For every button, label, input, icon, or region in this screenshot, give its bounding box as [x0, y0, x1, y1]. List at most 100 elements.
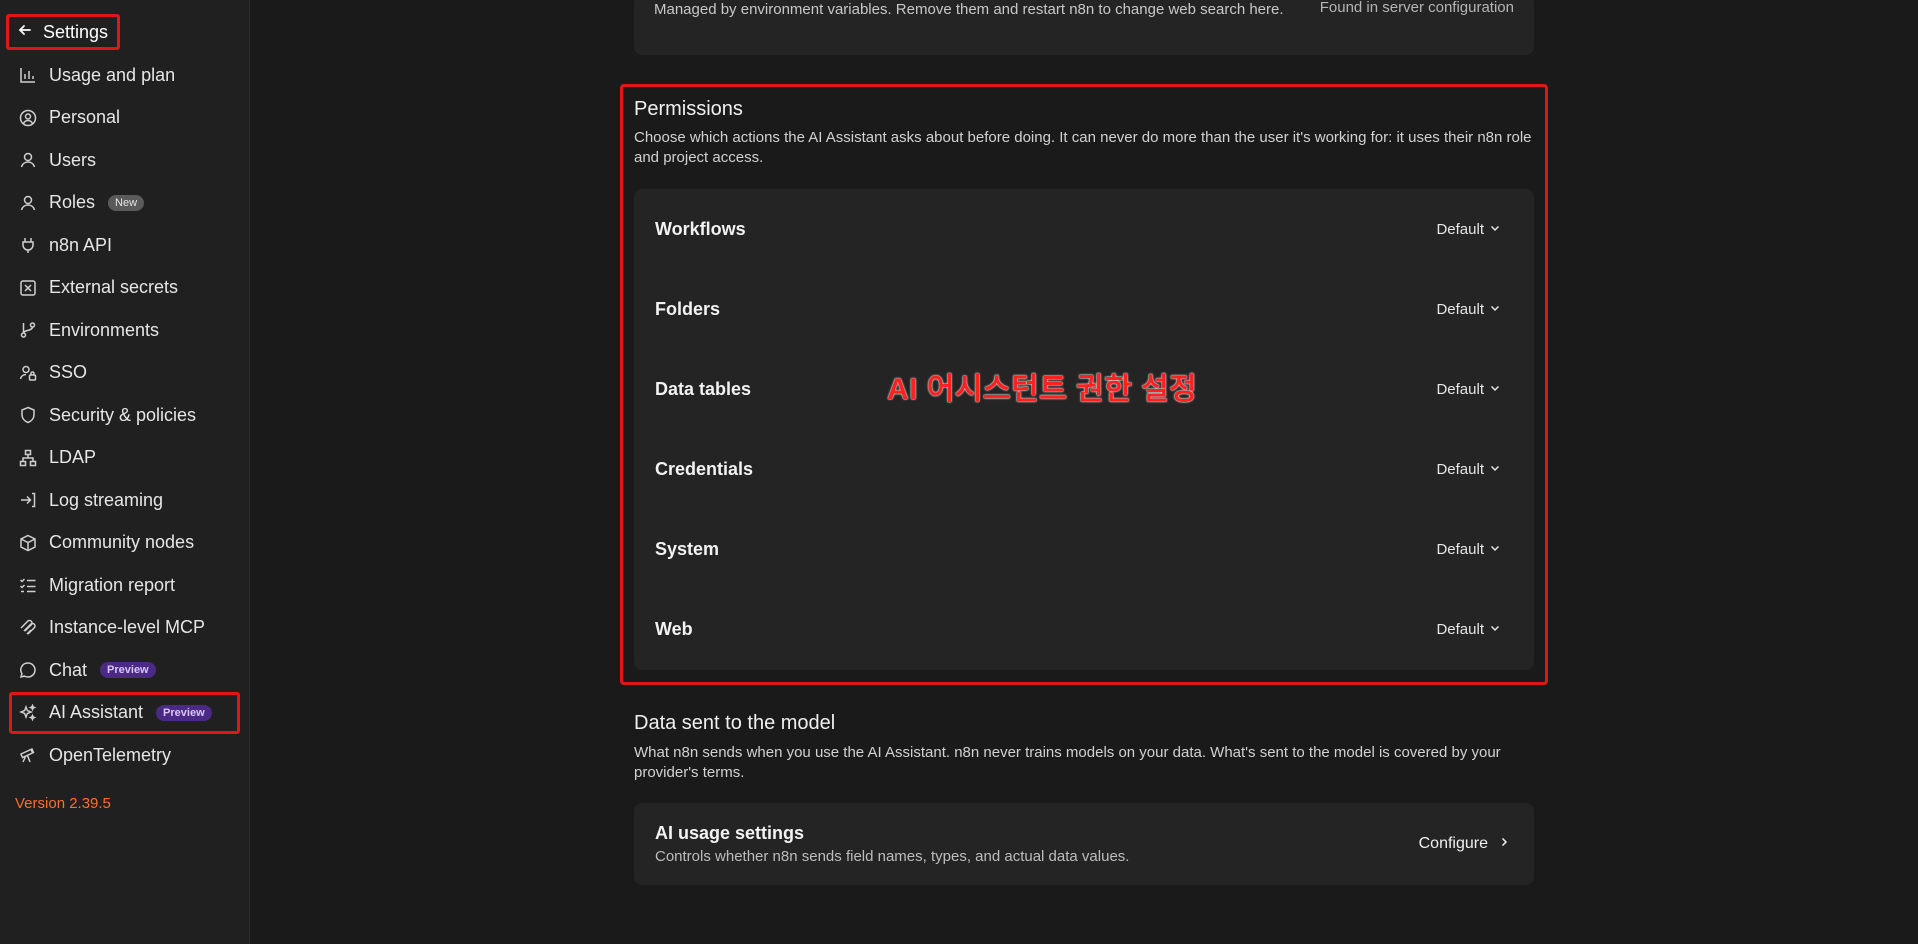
- chevron-down-icon: [1489, 381, 1501, 398]
- sidebar-item-environments[interactable]: Environments: [0, 309, 250, 352]
- network-icon: [18, 448, 38, 468]
- sidebar-item-label: Security & policies: [49, 404, 197, 425]
- permission-row-web: Web Default: [634, 589, 1534, 669]
- permission-label: Credentials: [655, 458, 754, 479]
- permission-row-folders: Folders Default: [634, 269, 1534, 349]
- sidebar-item-label: n8n API: [49, 234, 113, 255]
- ai-usage-text-block: AI usage settings Controls whether n8n s…: [655, 823, 1129, 865]
- permission-select-workflows[interactable]: Default: [1436, 221, 1501, 238]
- permission-value: Default: [1436, 540, 1484, 558]
- sidebar-nav: Usage and plan Personal Users Roles New …: [0, 54, 250, 777]
- sidebar-item-ldap[interactable]: LDAP: [0, 437, 250, 480]
- sidebar-item-label: Users: [49, 149, 97, 170]
- sidebar-item-external-secrets[interactable]: External secrets: [0, 267, 250, 310]
- permission-label: System: [655, 538, 720, 559]
- permission-select-folders[interactable]: Default: [1436, 301, 1501, 318]
- data-sent-title: Data sent to the model: [634, 712, 836, 734]
- sidebar-item-label: Migration report: [49, 574, 176, 595]
- permission-label: Folders: [655, 298, 721, 319]
- sidebar-item-label: LDAP: [49, 447, 97, 468]
- permission-label: Workflows: [655, 218, 746, 239]
- log-in-icon: [18, 490, 38, 510]
- sidebar-item-log-streaming[interactable]: Log streaming: [0, 479, 250, 522]
- permission-select-web[interactable]: Default: [1436, 621, 1501, 638]
- permission-value: Default: [1436, 220, 1484, 238]
- permission-value: Default: [1436, 620, 1484, 638]
- sidebar-item-security-policies[interactable]: Security & policies: [0, 394, 250, 437]
- permission-row-workflows: Workflows Default: [634, 189, 1534, 269]
- data-sent-description: What n8n sends when you use the AI Assis…: [634, 744, 1501, 781]
- sidebar-item-personal[interactable]: Personal: [0, 97, 250, 140]
- sidebar-item-sso[interactable]: SSO: [0, 352, 250, 395]
- arrow-left-icon: [17, 22, 33, 43]
- sparkles-icon: [18, 703, 38, 723]
- sidebar-item-instance-level-mcp[interactable]: Instance-level MCP: [0, 607, 250, 650]
- web-search-config-card: Managed by environment variables. Remove…: [634, 0, 1534, 55]
- chevron-down-icon: [1489, 541, 1501, 558]
- ai-usage-title: AI usage settings: [655, 823, 805, 843]
- sidebar-item-label: Usage and plan: [49, 64, 176, 85]
- sidebar-item-label: External secrets: [49, 277, 179, 298]
- preview-badge: Preview: [156, 704, 212, 721]
- sidebar-item-opentelemetry[interactable]: OpenTelemetry: [0, 734, 250, 777]
- sidebar-item-label: Chat: [49, 659, 88, 680]
- sidebar-item-roles[interactable]: Roles New: [0, 182, 250, 225]
- ai-usage-settings-card: AI usage settings Controls whether n8n s…: [634, 803, 1534, 885]
- chevron-down-icon: [1489, 301, 1501, 318]
- shield-icon: [18, 405, 38, 425]
- permissions-card: Workflows Default Folders Default Data t…: [634, 189, 1534, 670]
- permission-label: Web: [655, 618, 693, 639]
- permission-value: Default: [1436, 460, 1484, 478]
- web-search-config-status: Found in server configuration: [1319, 0, 1514, 16]
- permission-select-data-tables[interactable]: Default: [1436, 381, 1501, 398]
- sidebar-item-label: SSO: [49, 362, 88, 383]
- sidebar-item-label: Environments: [49, 319, 160, 340]
- configure-label: Configure: [1418, 835, 1488, 852]
- main-content: Managed by environment variables. Remove…: [251, 0, 1918, 944]
- sidebar-item-migration-report[interactable]: Migration report: [0, 564, 250, 607]
- version-label: Version 2.39.5: [15, 795, 111, 812]
- user-icon: [18, 150, 38, 170]
- permissions-title: Permissions: [634, 98, 743, 120]
- sidebar-item-label: Instance-level MCP: [49, 617, 206, 638]
- sidebar-item-community-nodes[interactable]: Community nodes: [0, 522, 250, 565]
- permission-row-system: System Default: [634, 509, 1534, 589]
- box-icon: [18, 533, 38, 553]
- sidebar-item-n8n-api[interactable]: n8n API: [0, 224, 250, 267]
- secret-box-icon: [18, 278, 38, 298]
- sidebar-header-title: Settings: [43, 21, 109, 42]
- permission-row-credentials: Credentials Default: [634, 429, 1534, 509]
- sidebar-item-chat[interactable]: Chat Preview: [0, 649, 250, 692]
- permission-label: Data tables: [655, 378, 752, 399]
- sidebar-item-label: Personal: [49, 107, 121, 128]
- sidebar-item-ai-assistant[interactable]: AI Assistant Preview: [0, 692, 250, 735]
- plug-icon: [18, 235, 38, 255]
- mcp-icon: [18, 618, 38, 638]
- chevron-down-icon: [1489, 461, 1501, 478]
- chevron-right-icon: [1498, 835, 1510, 853]
- sidebar-item-label: Roles: [49, 192, 96, 213]
- settings-sidebar: Settings Usage and plan Personal Users R…: [0, 0, 250, 944]
- user-lock-icon: [18, 363, 38, 383]
- git-branch-icon: [18, 320, 38, 340]
- sidebar-item-users[interactable]: Users: [0, 139, 250, 182]
- permission-select-system[interactable]: Default: [1436, 541, 1501, 558]
- permission-select-credentials[interactable]: Default: [1436, 461, 1501, 478]
- new-badge: New: [108, 194, 145, 211]
- checklist-icon: [18, 575, 38, 595]
- sidebar-item-usage-and-plan[interactable]: Usage and plan: [0, 54, 250, 97]
- permission-value: Default: [1436, 300, 1484, 318]
- chevron-down-icon: [1489, 621, 1501, 638]
- back-to-settings-button[interactable]: Settings: [6, 14, 120, 50]
- sidebar-item-label: OpenTelemetry: [49, 744, 172, 765]
- ai-usage-subtitle: Controls whether n8n sends field names, …: [655, 848, 1130, 865]
- sidebar-item-label: Community nodes: [49, 532, 195, 553]
- chart-bars-icon: [18, 65, 38, 85]
- sidebar-item-label: AI Assistant: [49, 702, 144, 723]
- chat-bubble-icon: [18, 660, 38, 680]
- user-circle-icon: [18, 108, 38, 128]
- permission-value: Default: [1436, 380, 1484, 398]
- user-icon: [18, 193, 38, 213]
- configure-button[interactable]: Configure: [1419, 835, 1510, 853]
- chevron-down-icon: [1489, 221, 1501, 238]
